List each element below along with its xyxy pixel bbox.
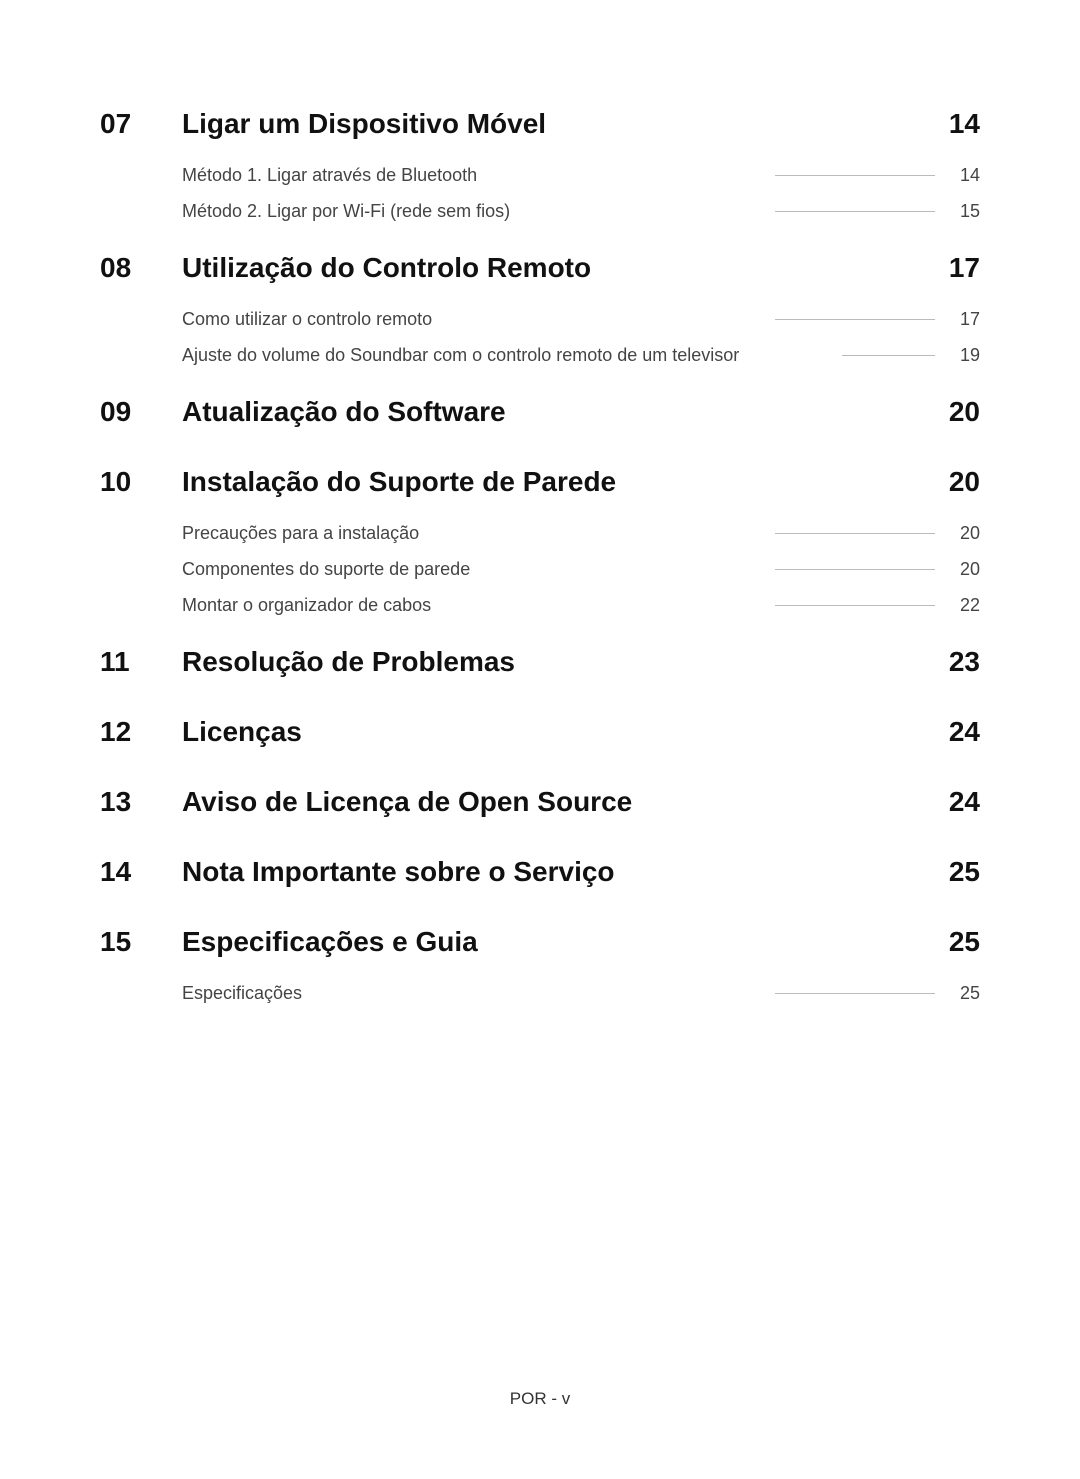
toc-subitem-page: 20 xyxy=(945,559,980,580)
toc-section-row[interactable]: 14Nota Importante sobre o Serviço25 xyxy=(100,856,980,888)
toc-subitem-page: 19 xyxy=(945,345,980,366)
toc-content: 07Ligar um Dispositivo Móvel14Método 1. … xyxy=(0,0,1080,1004)
toc-section-number: 11 xyxy=(100,646,182,678)
toc-section-row[interactable]: 07Ligar um Dispositivo Móvel14 xyxy=(100,108,980,140)
toc-section-number: 12 xyxy=(100,716,182,748)
toc-section-row[interactable]: 11Resolução de Problemas23 xyxy=(100,646,980,678)
toc-subitem-label: Método 2. Ligar por Wi-Fi (rede sem fios… xyxy=(182,201,520,222)
toc-section-row[interactable]: 08Utilização do Controlo Remoto17 xyxy=(100,252,980,284)
toc-section: 10Instalação do Suporte de Parede20Preca… xyxy=(100,466,980,616)
toc-leader-line xyxy=(842,355,935,356)
toc-subitem-label: Ajuste do volume do Soundbar com o contr… xyxy=(182,345,749,366)
toc-leader-line xyxy=(775,319,935,320)
toc-leader-line xyxy=(775,175,935,176)
toc-section-number: 13 xyxy=(100,786,182,818)
toc-leader-line xyxy=(775,993,935,994)
toc-section-title: Instalação do Suporte de Parede xyxy=(182,466,920,498)
toc-subitems: Como utilizar o controlo remoto 17 Ajuste … xyxy=(182,309,980,366)
toc-subitem-page: 25 xyxy=(945,983,980,1004)
toc-section-title: Aviso de Licença de Open Source xyxy=(182,786,920,818)
toc-section-page: 20 xyxy=(920,466,980,498)
toc-section: 08Utilização do Controlo Remoto17Como ut… xyxy=(100,252,980,366)
toc-section-title: Resolução de Problemas xyxy=(182,646,920,678)
toc-section-number: 10 xyxy=(100,466,182,498)
toc-section-page: 24 xyxy=(920,716,980,748)
toc-subitem-row[interactable]: Precauções para a instalação 20 xyxy=(182,523,980,544)
toc-section-title: Nota Importante sobre o Serviço xyxy=(182,856,920,888)
toc-subitem-label: Método 1. Ligar através de Bluetooth xyxy=(182,165,487,186)
toc-section-title: Utilização do Controlo Remoto xyxy=(182,252,920,284)
toc-section-page: 25 xyxy=(920,856,980,888)
toc-subitems: Precauções para a instalação20Componente… xyxy=(182,523,980,616)
toc-section: 14Nota Importante sobre o Serviço25 xyxy=(100,856,980,888)
toc-subitem-row[interactable]: Componentes do suporte de parede 20 xyxy=(182,559,980,580)
toc-subitem-page: 17 xyxy=(945,309,980,330)
toc-section: 11Resolução de Problemas23 xyxy=(100,646,980,678)
toc-section-title: Especificações e Guia xyxy=(182,926,920,958)
toc-section-page: 20 xyxy=(920,396,980,428)
page-footer: POR - v xyxy=(0,1389,1080,1409)
toc-section: 07Ligar um Dispositivo Móvel14Método 1. … xyxy=(100,108,980,222)
toc-section: 09Atualização do Software20 xyxy=(100,396,980,428)
toc-subitem-page: 15 xyxy=(945,201,980,222)
toc-section-page: 25 xyxy=(920,926,980,958)
toc-subitem-row[interactable]: Montar o organizador de cabos 22 xyxy=(182,595,980,616)
toc-section-title: Ligar um Dispositivo Móvel xyxy=(182,108,920,140)
toc-section-number: 08 xyxy=(100,252,182,284)
toc-subitem-page: 14 xyxy=(945,165,980,186)
toc-section-row[interactable]: 09Atualização do Software20 xyxy=(100,396,980,428)
toc-subitem-label: Como utilizar o controlo remoto xyxy=(182,309,442,330)
toc-section-number: 07 xyxy=(100,108,182,140)
toc-section-number: 15 xyxy=(100,926,182,958)
toc-section-title: Licenças xyxy=(182,716,920,748)
toc-section: 13Aviso de Licença de Open Source24 xyxy=(100,786,980,818)
toc-subitem-page: 20 xyxy=(945,523,980,544)
toc-subitem-page: 22 xyxy=(945,595,980,616)
toc-section-row[interactable]: 13Aviso de Licença de Open Source24 xyxy=(100,786,980,818)
toc-subitem-row[interactable]: Especificações 25 xyxy=(182,983,980,1004)
toc-section-page: 23 xyxy=(920,646,980,678)
toc-leader-line xyxy=(775,605,935,606)
toc-subitems: Método 1. Ligar através de Bluetooth14Mé… xyxy=(182,165,980,222)
toc-section-page: 17 xyxy=(920,252,980,284)
toc-subitem-label: Especificações xyxy=(182,983,312,1004)
toc-subitem-label: Componentes do suporte de parede xyxy=(182,559,480,580)
toc-section-page: 24 xyxy=(920,786,980,818)
toc-subitem-label: Montar o organizador de cabos xyxy=(182,595,441,616)
toc-subitem-row[interactable]: Como utilizar o controlo remoto 17 xyxy=(182,309,980,330)
toc-section-row[interactable]: 12Licenças24 xyxy=(100,716,980,748)
toc-section: 12Licenças24 xyxy=(100,716,980,748)
toc-section-number: 14 xyxy=(100,856,182,888)
toc-section-row[interactable]: 15Especificações e Guia25 xyxy=(100,926,980,958)
toc-section-title: Atualização do Software xyxy=(182,396,920,428)
toc-section-number: 09 xyxy=(100,396,182,428)
toc-leader-line xyxy=(775,211,935,212)
toc-subitem-row[interactable]: Ajuste do volume do Soundbar com o contr… xyxy=(182,345,980,366)
toc-section-page: 14 xyxy=(920,108,980,140)
toc-subitems: Especificações 25 xyxy=(182,983,980,1004)
toc-leader-line xyxy=(775,533,935,534)
toc-section-row[interactable]: 10Instalação do Suporte de Parede20 xyxy=(100,466,980,498)
toc-leader-line xyxy=(775,569,935,570)
toc-subitem-label: Precauções para a instalação xyxy=(182,523,429,544)
toc-section: 15Especificações e Guia25Especificações2… xyxy=(100,926,980,1004)
toc-subitem-row[interactable]: Método 1. Ligar através de Bluetooth 14 xyxy=(182,165,980,186)
toc-subitem-row[interactable]: Método 2. Ligar por Wi-Fi (rede sem fios… xyxy=(182,201,980,222)
